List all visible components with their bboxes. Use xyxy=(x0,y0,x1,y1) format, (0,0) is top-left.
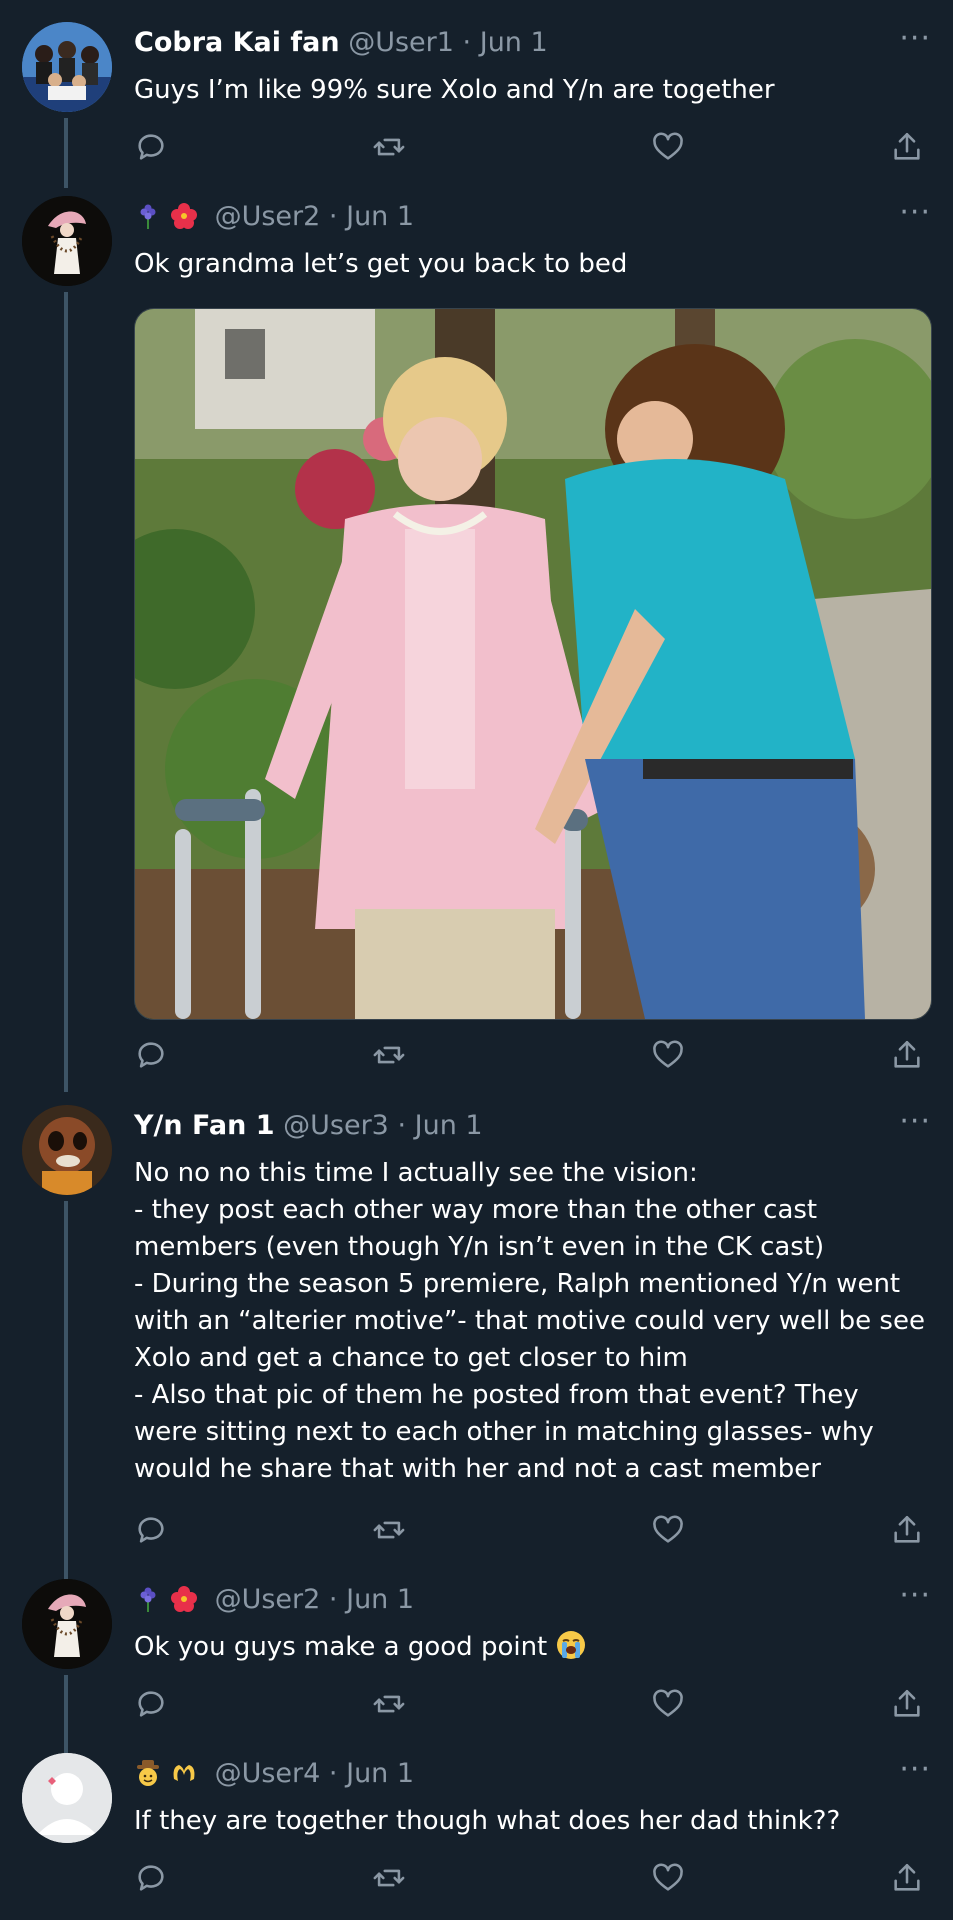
thread: Cobra Kai fan @User1 · Jun 1 Guys I’m li… xyxy=(0,0,953,1920)
thread-line xyxy=(64,292,68,1092)
hyacinth-icon xyxy=(140,1587,156,1612)
loudly-crying-face-icon xyxy=(556,1631,585,1659)
tweet-header: Y/n Fan 1 @User3 · Jun 1 xyxy=(134,1107,929,1145)
more-options-icon[interactable]: ··· xyxy=(899,1581,931,1611)
share-icon[interactable] xyxy=(890,1861,924,1895)
tweet-text: Ok grandma let’s get you back to bed xyxy=(134,249,628,279)
tweet-text-body: Ok you guys make a good point xyxy=(134,1632,548,1662)
action-bar xyxy=(134,1861,929,1901)
handle[interactable]: @User1 xyxy=(348,27,454,58)
avatar[interactable] xyxy=(22,1579,112,1669)
retweet-icon[interactable] xyxy=(372,1861,406,1895)
handle[interactable]: @User2 xyxy=(215,1584,321,1615)
like-icon[interactable] xyxy=(651,1513,685,1547)
heart-hands-icon xyxy=(173,1765,195,1781)
avatar[interactable] xyxy=(22,1105,112,1195)
reply-icon[interactable] xyxy=(134,1861,168,1895)
avatar[interactable] xyxy=(22,22,112,112)
more-options-icon[interactable]: ··· xyxy=(899,198,931,228)
tweet-text: Ok you guys make a good point xyxy=(134,1629,929,1666)
reply-icon[interactable] xyxy=(134,1687,168,1721)
handle[interactable]: @User2 xyxy=(215,201,321,232)
thread-line xyxy=(64,1675,68,1757)
separator: · xyxy=(328,201,338,232)
retweet-icon[interactable] xyxy=(372,1687,406,1721)
display-name[interactable]: Y/n Fan 1 xyxy=(134,1110,275,1141)
more-options-icon[interactable]: ··· xyxy=(899,24,931,54)
tweet-text: Guys I’m like 99% sure Xolo and Y/n are … xyxy=(134,75,775,105)
more-options-icon[interactable]: ··· xyxy=(899,1107,931,1137)
share-icon[interactable] xyxy=(890,1687,924,1721)
action-bar xyxy=(134,1038,929,1078)
separator: · xyxy=(397,1110,407,1141)
separator: · xyxy=(462,27,472,58)
separator: · xyxy=(328,1758,338,1789)
like-icon[interactable] xyxy=(651,130,685,164)
tweet-text: No no no this time I actually see the vi… xyxy=(134,1158,925,1484)
tweet-header: Cobra Kai fan @User1 · Jun 1 xyxy=(134,24,929,62)
timestamp[interactable]: Jun 1 xyxy=(346,1584,414,1615)
avatar[interactable] xyxy=(22,1753,112,1843)
hibiscus-icon xyxy=(171,203,197,229)
hyacinth-icon xyxy=(140,204,156,229)
like-icon[interactable] xyxy=(651,1038,685,1072)
reply-icon[interactable] xyxy=(134,1513,168,1547)
share-icon[interactable] xyxy=(890,1513,924,1547)
timestamp[interactable]: Jun 1 xyxy=(346,1758,414,1789)
handle[interactable]: @User3 xyxy=(283,1110,389,1141)
retweet-icon[interactable] xyxy=(372,1038,406,1072)
retweet-icon[interactable] xyxy=(372,1513,406,1547)
like-icon[interactable] xyxy=(651,1861,685,1895)
handle[interactable]: @User4 xyxy=(215,1758,321,1789)
share-icon[interactable] xyxy=(890,1038,924,1072)
timestamp[interactable]: Jun 1 xyxy=(480,27,548,58)
action-bar xyxy=(134,1513,929,1553)
timestamp[interactable]: Jun 1 xyxy=(346,201,414,232)
tweet-image[interactable] xyxy=(134,308,932,1020)
reply-icon[interactable] xyxy=(134,130,168,164)
share-icon[interactable] xyxy=(890,130,924,164)
like-icon[interactable] xyxy=(651,1687,685,1721)
tweet-text: If they are together though what does he… xyxy=(134,1806,841,1836)
display-name[interactable]: Cobra Kai fan xyxy=(134,27,340,58)
tweet-header: @User4 · Jun 1 xyxy=(134,1755,929,1793)
action-bar xyxy=(134,130,929,170)
cowboy-face-icon xyxy=(137,1760,159,1786)
avatar[interactable] xyxy=(22,196,112,286)
reply-icon[interactable] xyxy=(134,1038,168,1072)
timestamp[interactable]: Jun 1 xyxy=(415,1110,483,1141)
tweet-header: @User2 · Jun 1 xyxy=(134,1581,929,1619)
retweet-icon[interactable] xyxy=(372,130,406,164)
tweet-header: @User2 · Jun 1 xyxy=(134,198,929,236)
thread-line xyxy=(64,118,68,188)
separator: · xyxy=(328,1584,338,1615)
action-bar xyxy=(134,1687,929,1727)
hibiscus-icon xyxy=(171,1586,197,1612)
more-options-icon[interactable]: ··· xyxy=(899,1755,931,1785)
